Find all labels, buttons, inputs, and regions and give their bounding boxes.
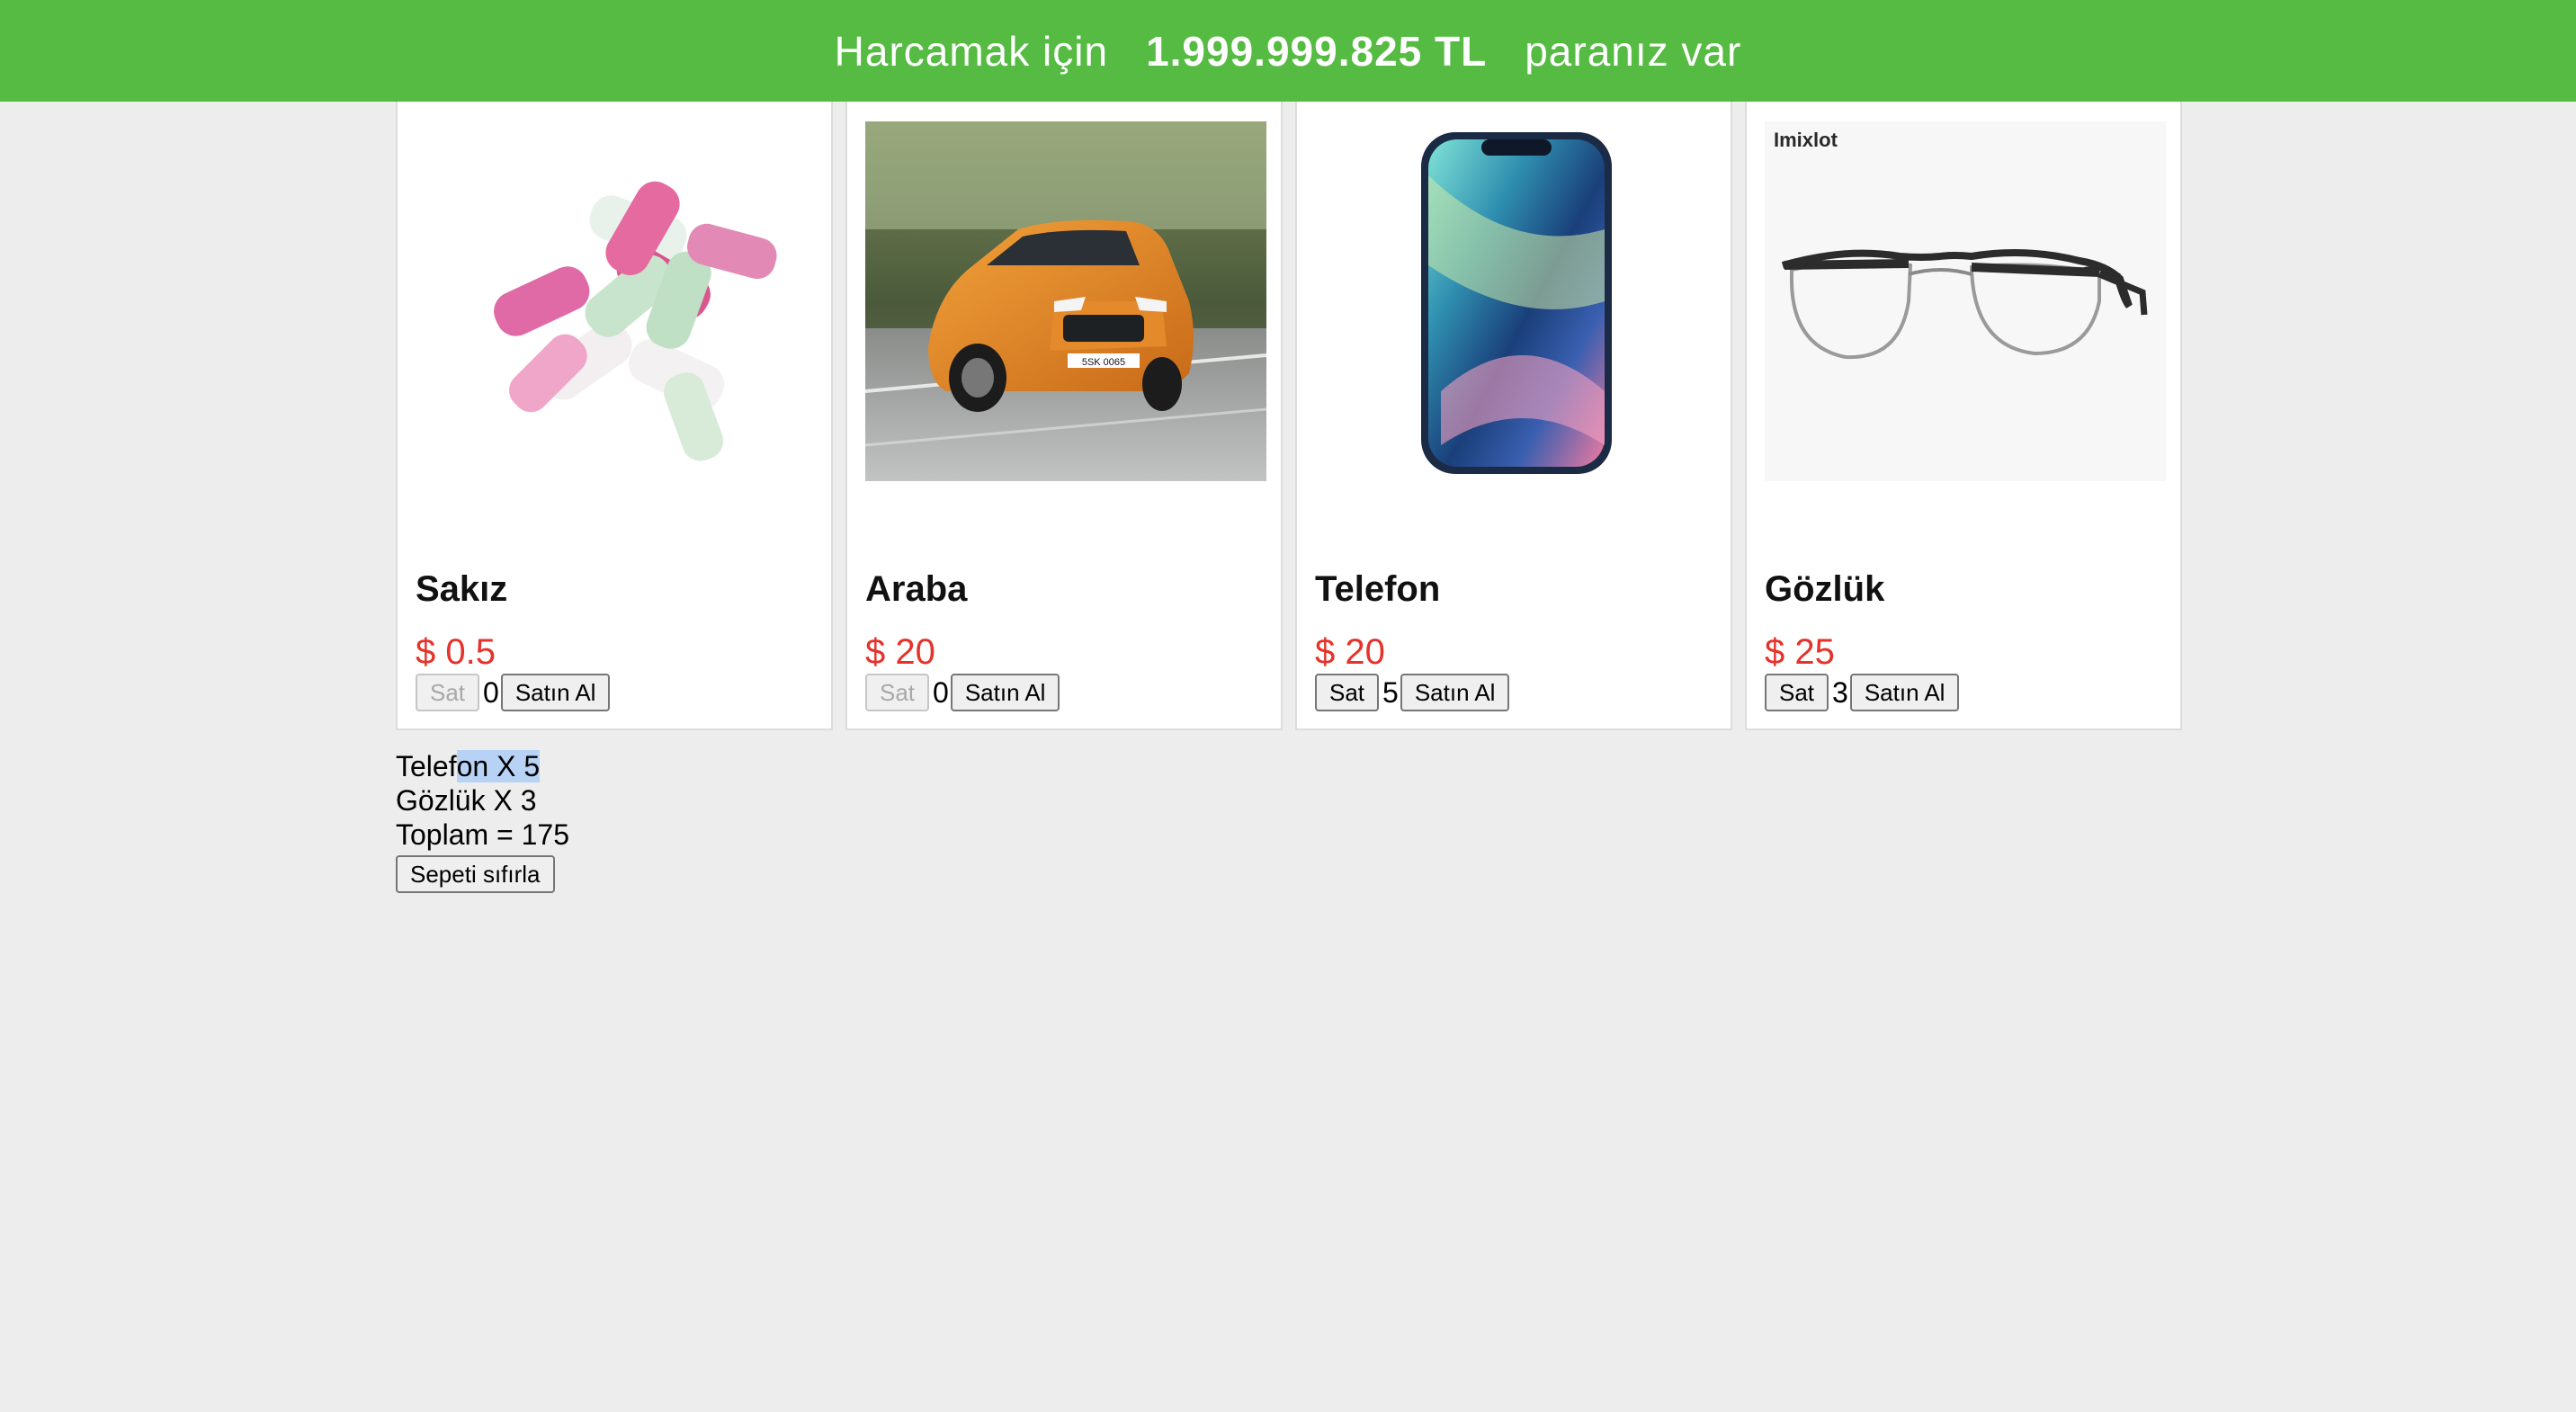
phone-image	[1315, 121, 1716, 481]
product-name: Gözlük	[1765, 569, 1885, 609]
product-count: 5	[1382, 675, 1399, 709]
cart-item: Gözlük X 3	[396, 783, 569, 818]
buy-button[interactable]: Satın Al	[1849, 674, 1960, 711]
product-count: 0	[483, 675, 499, 709]
product-card: Telefon $ 20 Sat 5 Satın Al	[1295, 102, 1732, 730]
car-plate: 5SK 0065	[1082, 357, 1125, 368]
product-name: Sakız	[416, 569, 508, 609]
product-count: 3	[1832, 675, 1848, 709]
product-controls: Sat 0 Satın Al	[865, 674, 1060, 711]
cart-item: Telefon X 5	[396, 749, 569, 783]
product-card: 5SK 0065 Araba $ 20 Sat 0 Satın Al	[845, 102, 1283, 730]
product-name: Telefon	[1315, 569, 1441, 609]
gum-image	[416, 121, 817, 481]
money-amount: 1.999.999.825 TL	[1146, 27, 1488, 75]
product-controls: Sat 3 Satın Al	[1765, 674, 1960, 711]
product-controls: Sat 5 Satın Al	[1315, 674, 1510, 711]
product-list: Sakız $ 0.5 Sat 0 Satın Al 5SK 0065 Arab…	[396, 102, 2186, 731]
product-price: $ 20	[865, 632, 935, 672]
buy-button[interactable]: Satın Al	[950, 674, 1060, 711]
glasses-brand: Imixlot	[1774, 129, 1838, 151]
product-controls: Sat 0 Satın Al	[416, 674, 611, 711]
money-header: Harcamak için 1.999.999.825 TL paranız v…	[0, 0, 2576, 102]
sell-button[interactable]: Sat	[1765, 674, 1829, 711]
header-prefix: Harcamak için	[834, 27, 1109, 75]
header-suffix: paranız var	[1525, 27, 1742, 75]
cart-item-text: Telef	[396, 750, 457, 782]
cart-summary: Telefon X 5 Gözlük X 3 Toplam = 175 Sepe…	[396, 749, 569, 893]
sell-button[interactable]: Sat	[865, 674, 930, 711]
glasses-image: Imixlot	[1765, 121, 2166, 481]
product-price: $ 0.5	[416, 632, 496, 672]
cart-item-selected-text: on X 5	[456, 750, 541, 782]
product-card: Sakız $ 0.5 Sat 0 Satın Al	[396, 102, 833, 730]
buy-button[interactable]: Satın Al	[500, 674, 611, 711]
cart-total: Toplam = 175	[396, 818, 570, 851]
sell-button[interactable]: Sat	[1315, 674, 1380, 711]
buy-button[interactable]: Satın Al	[1400, 674, 1510, 711]
car-image: 5SK 0065	[865, 121, 1266, 481]
cart-item-text: Gözlük X 3	[396, 784, 537, 817]
reset-cart-button[interactable]: Sepeti sıfırla	[396, 855, 555, 893]
product-price: $ 20	[1315, 632, 1385, 672]
product-name: Araba	[865, 569, 968, 609]
sell-button[interactable]: Sat	[416, 674, 480, 711]
product-card: Imixlot Gözlük $ 25 Sat 3 Satın Al	[1745, 102, 2182, 730]
product-count: 0	[933, 675, 949, 709]
product-price: $ 25	[1765, 632, 1835, 672]
